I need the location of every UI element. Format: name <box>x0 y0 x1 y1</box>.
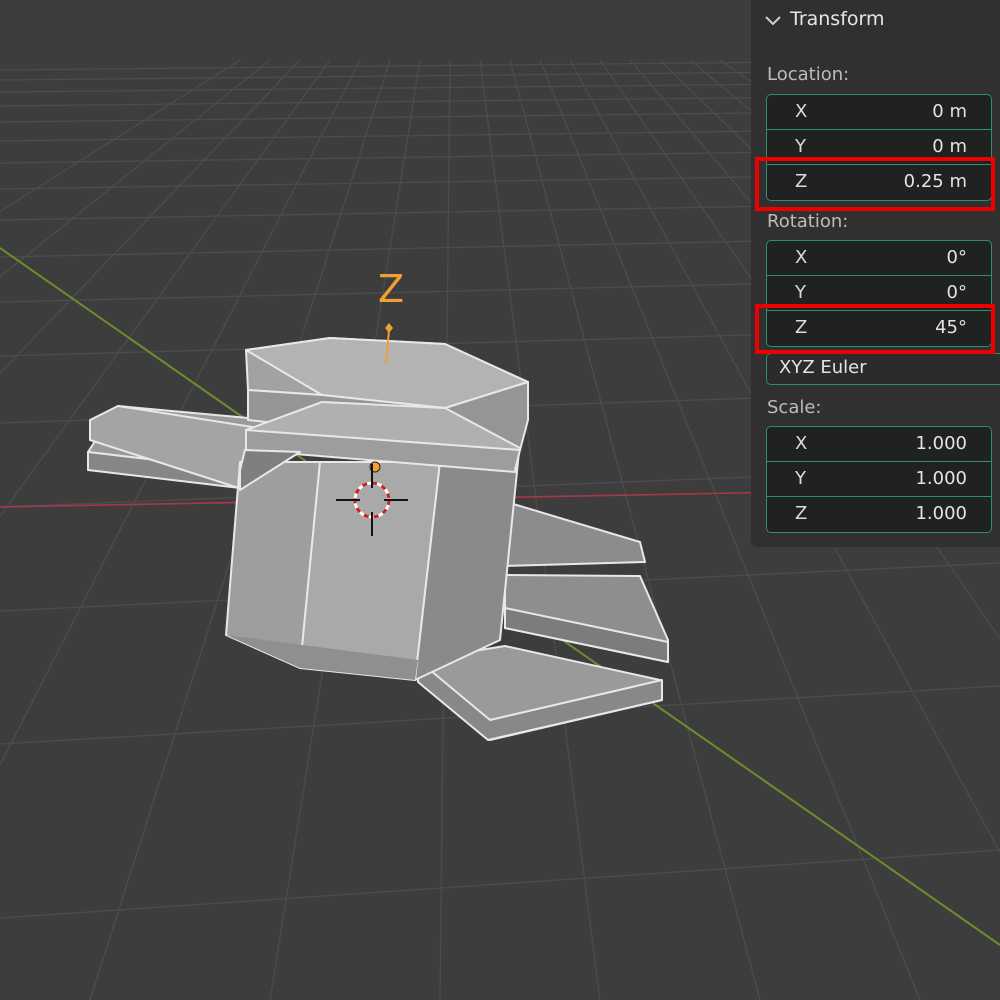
rotation-mode-value: XYZ Euler <box>779 357 867 378</box>
transform-panel: Transform Location: X 0 m Y 0 m Z 0.25 m… <box>751 0 1000 547</box>
scale-label: Scale: <box>767 397 822 418</box>
rotation-label: Rotation: <box>767 211 849 232</box>
location-label: Location: <box>767 64 850 85</box>
scale-x-value: 1.000 <box>915 433 967 454</box>
rotation-y-value: 0° <box>946 282 967 303</box>
location-y-field[interactable]: Y 0 m <box>767 130 991 165</box>
rotation-z-value: 45° <box>935 317 967 338</box>
axis-label: Z <box>795 317 808 338</box>
scale-y-value: 1.000 <box>915 468 967 489</box>
location-x-value: 0 m <box>932 101 967 122</box>
rotation-x-value: 0° <box>946 247 967 268</box>
axis-label: Z <box>795 503 808 524</box>
scale-z-field[interactable]: Z 1.000 <box>767 497 991 532</box>
location-group: X 0 m Y 0 m Z 0.25 m <box>766 94 992 201</box>
location-z-value: 0.25 m <box>903 171 967 192</box>
axis-label: X <box>795 101 808 122</box>
axis-label: Y <box>795 282 806 303</box>
axis-label: X <box>795 433 808 454</box>
axis-label: X <box>795 247 808 268</box>
scale-y-field[interactable]: Y 1.000 <box>767 462 991 497</box>
axis-label: Y <box>795 468 806 489</box>
location-z-field[interactable]: Z 0.25 m <box>767 165 991 200</box>
transform-panel-header[interactable]: Transform <box>751 0 1000 42</box>
rotation-x-field[interactable]: X 0° <box>767 241 991 276</box>
rotation-group: X 0° Y 0° Z 45° <box>766 240 992 347</box>
panel-title: Transform <box>790 8 885 30</box>
rotation-y-field[interactable]: Y 0° <box>767 276 991 311</box>
scale-z-value: 1.000 <box>915 503 967 524</box>
gizmo-z-label: Z <box>378 267 405 311</box>
location-y-value: 0 m <box>932 136 967 157</box>
axis-label: Y <box>795 136 806 157</box>
chevron-down-icon[interactable] <box>764 12 782 30</box>
axis-label: Z <box>795 171 808 192</box>
scale-x-field[interactable]: X 1.000 <box>767 427 991 462</box>
location-x-field[interactable]: X 0 m <box>767 95 991 130</box>
scale-group: X 1.000 Y 1.000 Z 1.000 <box>766 426 992 533</box>
rotation-mode-dropdown[interactable]: XYZ Euler <box>766 353 1000 385</box>
rotation-z-field[interactable]: Z 45° <box>767 311 991 346</box>
